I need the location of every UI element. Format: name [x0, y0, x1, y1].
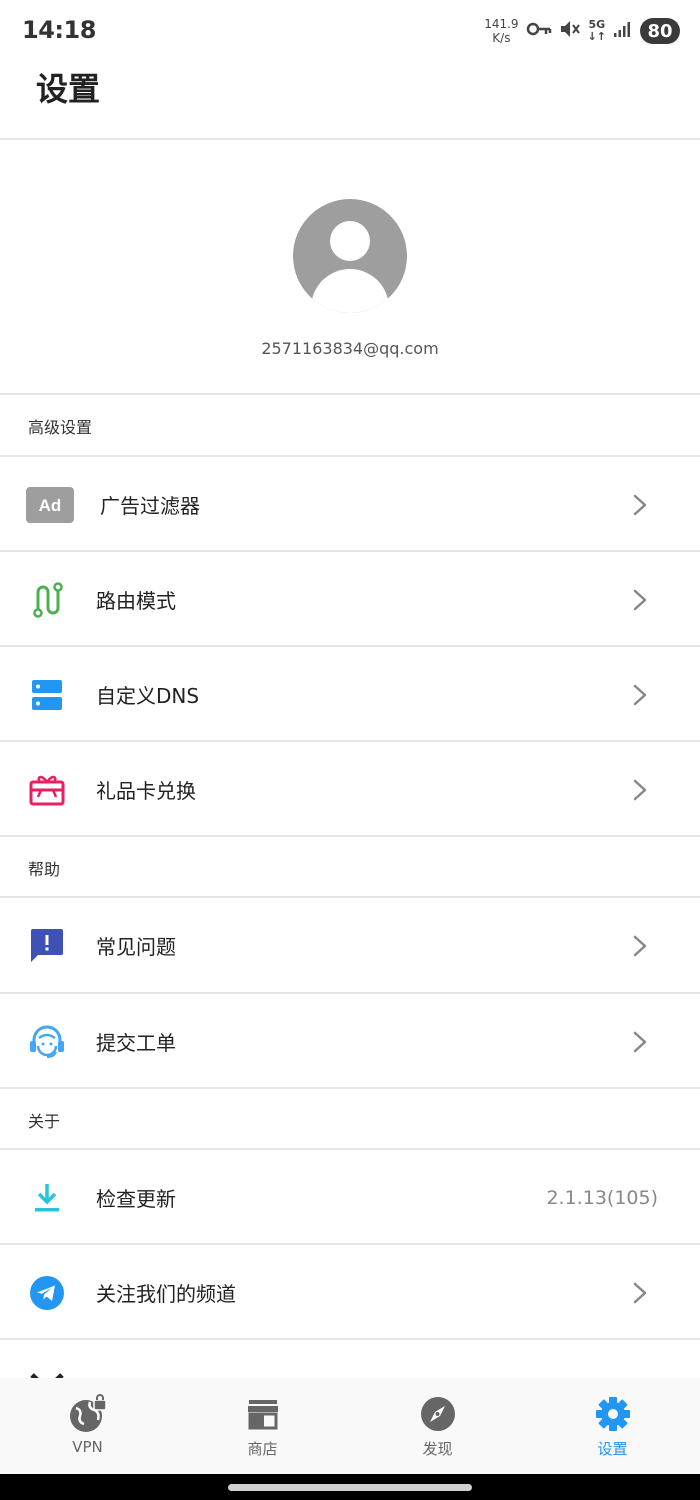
app-version: 2.1.13(105) — [546, 1186, 658, 1209]
menu-label-faq: 常见问题 — [96, 935, 176, 959]
divider — [0, 393, 700, 395]
avatar-head — [330, 221, 370, 261]
gesture-navigation-bar — [0, 1474, 700, 1500]
chevron-right-icon — [633, 935, 647, 956]
menu-label-submit-ticket: 提交工单 — [96, 1031, 176, 1055]
store-icon — [243, 1394, 283, 1434]
chevron-right-icon — [633, 779, 647, 800]
network-speed: 141.9 K/s — [484, 17, 518, 45]
status-icons: 141.9 K/s 5G ↓↑ 80 — [484, 14, 680, 48]
divider — [0, 455, 700, 457]
section-header-advanced: 高级设置 — [28, 417, 93, 437]
bottom-navigation: VPN 商店 发现 设置 — [0, 1378, 700, 1474]
network-speed-unit: K/s — [492, 31, 511, 45]
divider — [0, 1148, 700, 1150]
telegram-icon — [26, 1272, 68, 1314]
menu-item-check-update[interactable]: 检查更新 2.1.13(105) — [0, 1151, 700, 1244]
chevron-right-icon — [633, 1282, 647, 1303]
5g-icon: 5G ↓↑ — [588, 19, 606, 43]
user-email: 2571163834@qq.com — [261, 339, 439, 358]
menu-item-x-partial[interactable] — [0, 1341, 700, 1378]
menu-item-custom-dns[interactable]: 自定义DNS — [0, 648, 700, 741]
nav-tab-discover[interactable]: 发现 — [350, 1378, 525, 1474]
nav-label-store: 商店 — [247, 1440, 278, 1458]
chevron-right-icon — [633, 494, 647, 515]
battery-icon: 80 — [640, 18, 680, 44]
dns-server-icon — [26, 674, 68, 716]
menu-label-follow-channel: 关注我们的频道 — [96, 1282, 236, 1306]
network-speed-value: 141.9 — [484, 17, 519, 31]
divider — [0, 550, 700, 552]
section-header-help: 帮助 — [28, 859, 61, 879]
page-title: 设置 — [36, 70, 101, 108]
vpn-key-icon — [526, 21, 552, 41]
battery-level: 80 — [647, 20, 673, 42]
gift-card-icon — [26, 769, 68, 811]
compass-icon — [418, 1394, 458, 1434]
nav-label-settings: 设置 — [597, 1440, 628, 1458]
support-agent-icon — [26, 1021, 68, 1063]
route-icon — [26, 579, 68, 621]
status-time: 14:18 — [22, 16, 96, 44]
divider — [0, 896, 700, 898]
chevron-right-icon — [633, 589, 647, 610]
nav-tab-settings[interactable]: 设置 — [525, 1378, 700, 1474]
mute-icon — [559, 18, 581, 44]
menu-item-routing-mode[interactable]: 路由模式 — [0, 553, 700, 646]
divider — [0, 1338, 700, 1340]
avatar-icon[interactable] — [293, 199, 407, 313]
menu-label-gift-card: 礼品卡兑换 — [96, 779, 196, 803]
menu-label-check-update: 检查更新 — [96, 1187, 176, 1211]
signal-icon — [613, 20, 633, 42]
chevron-right-icon — [633, 684, 647, 705]
home-gesture-handle[interactable] — [228, 1484, 472, 1491]
faq-icon — [26, 925, 68, 967]
divider — [0, 1087, 700, 1089]
ad-icon: Ad — [26, 484, 74, 526]
vpn-globe-icon — [68, 1394, 108, 1434]
nav-tab-store[interactable]: 商店 — [175, 1378, 350, 1474]
section-header-about: 关于 — [28, 1111, 61, 1131]
menu-item-submit-ticket[interactable]: 提交工单 — [0, 995, 700, 1088]
avatar-body — [311, 269, 389, 313]
divider — [0, 740, 700, 742]
menu-item-ad-filter[interactable]: Ad 广告过滤器 — [0, 458, 700, 551]
profile-section[interactable]: 2571163834@qq.com — [0, 141, 700, 394]
divider — [0, 1243, 700, 1245]
divider — [0, 992, 700, 994]
menu-item-faq[interactable]: 常见问题 — [0, 899, 700, 992]
menu-label-routing-mode: 路由模式 — [96, 589, 176, 613]
menu-label-ad-filter: 广告过滤器 — [100, 494, 200, 518]
menu-item-gift-card[interactable]: 礼品卡兑换 — [0, 743, 700, 836]
chevron-right-icon — [633, 1031, 647, 1052]
download-icon — [26, 1177, 68, 1219]
status-bar: 14:18 141.9 K/s 5G ↓↑ 80 — [0, 0, 700, 62]
data-arrows: ↓↑ — [587, 30, 606, 43]
menu-label-custom-dns: 自定义DNS — [96, 684, 200, 708]
divider — [0, 645, 700, 647]
nav-label-vpn: VPN — [72, 1438, 103, 1456]
nav-label-discover: 发现 — [422, 1440, 453, 1458]
divider — [0, 138, 700, 140]
nav-tab-vpn[interactable]: VPN — [0, 1378, 175, 1474]
divider — [0, 835, 700, 837]
svg-text:Ad: Ad — [39, 496, 62, 515]
gear-icon — [593, 1394, 633, 1434]
menu-item-follow-channel[interactable]: 关注我们的频道 — [0, 1246, 700, 1339]
